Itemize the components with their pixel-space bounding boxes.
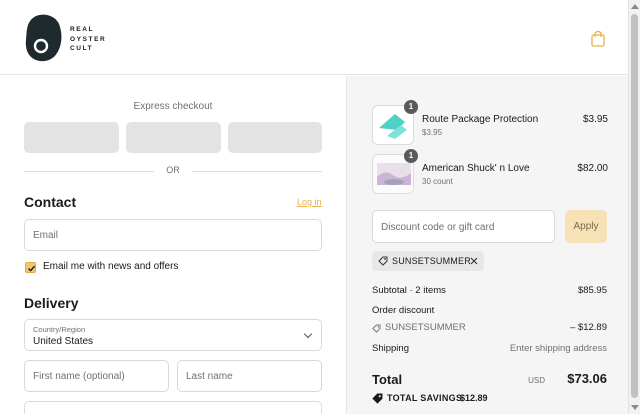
discount-value: – $12.89	[570, 322, 607, 333]
subtotal-label: Subtotal · 2 items	[372, 285, 446, 296]
page-scrollbar[interactable]	[628, 0, 640, 414]
close-icon[interactable]	[470, 257, 478, 265]
checkout-form: Express checkout OR Contact Log in Email…	[0, 76, 346, 414]
oyster-logo-icon	[25, 14, 62, 62]
item-name: Route Package Protection	[422, 114, 539, 125]
apply-button[interactable]: Apply	[565, 210, 607, 243]
tag-icon	[378, 256, 388, 266]
applied-discount-chip: SUNSETSUMMER	[372, 251, 484, 271]
savings-label: TOTAL SAVINGS	[387, 393, 463, 403]
email-field[interactable]: Email	[24, 219, 322, 251]
country-label: Country/Region	[33, 325, 86, 334]
total-label: Total	[372, 372, 403, 387]
item-price: $3.95	[582, 114, 608, 125]
scrollbar-thumb[interactable]	[631, 14, 638, 398]
subtotal-value: $85.95	[577, 285, 607, 296]
brand-line: REAL	[70, 26, 95, 33]
discount-placeholder: Discount code or gift card	[381, 222, 495, 233]
total-value: $73.06	[567, 371, 607, 386]
brand-name: REAL OYSTER CULT	[70, 25, 106, 54]
item-name: American Shuck' n Love	[422, 163, 530, 174]
express-pay-button-1[interactable]	[24, 122, 119, 153]
savings-value: $12.89	[460, 393, 488, 403]
order-discount-label: Order discount	[372, 305, 435, 316]
shipping-value: Enter shipping address	[509, 343, 607, 354]
discount-code-row: SUNSETSUMMER – $12.89	[372, 322, 607, 336]
first-name-field[interactable]: First name (optional)	[24, 360, 169, 392]
express-pay-button-2[interactable]	[126, 122, 221, 153]
express-pay-button-3[interactable]	[228, 122, 322, 153]
last-name-field[interactable]: Last name	[177, 360, 322, 392]
chevron-down-icon	[303, 329, 313, 339]
item-price: $82.00	[577, 163, 608, 174]
or-divider: OR	[24, 165, 322, 177]
quantity-badge: 1	[404, 149, 418, 163]
header: REAL OYSTER CULT	[0, 0, 628, 75]
last-name-placeholder: Last name	[186, 371, 233, 382]
divider-line	[192, 171, 322, 172]
tag-icon	[372, 324, 381, 333]
company-field[interactable]	[24, 401, 322, 414]
scroll-down-arrow-icon[interactable]	[631, 405, 639, 410]
delivery-title: Delivery	[24, 295, 79, 311]
total-row: Total USD $73.06	[372, 370, 607, 390]
order-discount-row: Order discount	[372, 305, 607, 319]
newsletter-label: Email me with news and offers	[43, 261, 179, 272]
newsletter-checkbox[interactable]	[25, 262, 36, 273]
checkmark-icon	[28, 265, 36, 272]
total-currency: USD	[528, 376, 545, 385]
line-item: 1 American Shuck' n Love 30 count $82.00	[372, 149, 608, 196]
express-checkout-title: Express checkout	[133, 101, 213, 112]
order-summary: 1 Route Package Protection $3.95 $3.95 1…	[346, 76, 628, 414]
discount-code-input[interactable]: Discount code or gift card	[372, 210, 555, 243]
subtotal-row: Subtotal · 2 items $85.95	[372, 285, 607, 299]
scroll-up-arrow-icon[interactable]	[631, 4, 639, 9]
brand-line: OYSTER	[70, 35, 107, 43]
first-name-placeholder: First name (optional)	[33, 371, 125, 382]
brand-logo[interactable]: REAL OYSTER CULT	[24, 13, 114, 63]
discount-code: SUNSETSUMMER	[385, 322, 466, 333]
email-placeholder: Email	[33, 230, 59, 241]
shopping-bag-icon[interactable]	[590, 30, 606, 48]
shipping-label: Shipping	[372, 343, 409, 354]
item-subtitle: 30 count	[422, 177, 453, 186]
country-select[interactable]: Country/Region United States	[24, 319, 322, 351]
quantity-badge: 1	[404, 100, 418, 114]
login-link[interactable]: Log in	[297, 197, 322, 207]
applied-code: SUNSETSUMMER	[392, 256, 471, 266]
or-text: OR	[166, 165, 180, 175]
brand-line: CULT	[70, 45, 94, 52]
item-subtitle: $3.95	[422, 128, 443, 137]
tag-icon	[372, 393, 383, 404]
line-item: 1 Route Package Protection $3.95 $3.95	[372, 100, 608, 147]
country-value: United States	[33, 336, 94, 347]
shipping-row: Shipping Enter shipping address	[372, 343, 607, 357]
contact-title: Contact	[24, 194, 77, 210]
